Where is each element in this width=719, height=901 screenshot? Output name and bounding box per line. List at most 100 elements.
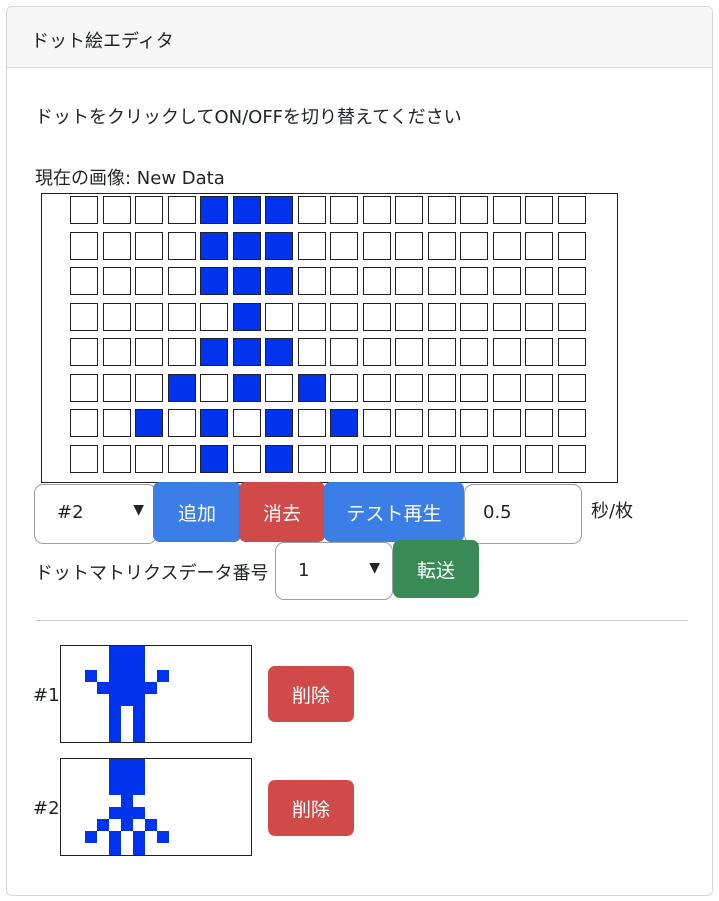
matrix-dot[interactable] bbox=[232, 267, 261, 295]
matrix-dot[interactable] bbox=[297, 444, 326, 473]
matrix-dot[interactable] bbox=[395, 267, 423, 295]
matrix-dot[interactable] bbox=[427, 267, 456, 295]
matrix-dot[interactable] bbox=[427, 196, 456, 224]
matrix-dot[interactable] bbox=[492, 196, 521, 224]
matrix-dot[interactable] bbox=[70, 409, 98, 437]
matrix-dot[interactable] bbox=[330, 231, 358, 260]
matrix-dot[interactable] bbox=[297, 373, 326, 402]
matrix-dot[interactable] bbox=[330, 444, 358, 473]
matrix-dot[interactable] bbox=[557, 302, 586, 331]
clear-button[interactable]: 消去 bbox=[239, 482, 325, 542]
matrix-dot[interactable] bbox=[395, 302, 423, 331]
matrix-dot[interactable] bbox=[232, 409, 261, 437]
matrix-dot[interactable] bbox=[362, 267, 391, 295]
matrix-dot[interactable] bbox=[557, 409, 586, 437]
matrix-dot[interactable] bbox=[265, 196, 293, 224]
matrix-dot[interactable] bbox=[232, 444, 261, 473]
matrix-dot[interactable] bbox=[200, 409, 228, 437]
matrix-dot[interactable] bbox=[297, 196, 326, 224]
transfer-button[interactable]: 転送 bbox=[393, 540, 479, 598]
matrix-dot[interactable] bbox=[395, 196, 423, 224]
matrix-dot[interactable] bbox=[395, 231, 423, 260]
matrix-dot[interactable] bbox=[362, 196, 391, 224]
matrix-dot[interactable] bbox=[102, 302, 131, 331]
matrix-dot[interactable] bbox=[492, 338, 521, 366]
matrix-dot[interactable] bbox=[395, 444, 423, 473]
matrix-dot[interactable] bbox=[167, 373, 196, 402]
matrix-dot[interactable] bbox=[427, 231, 456, 260]
matrix-dot[interactable] bbox=[362, 409, 391, 437]
matrix-dot[interactable] bbox=[70, 302, 98, 331]
matrix-dot[interactable] bbox=[525, 409, 553, 437]
matrix-dot[interactable] bbox=[330, 196, 358, 224]
matrix-dot[interactable] bbox=[492, 231, 521, 260]
matrix-dot[interactable] bbox=[297, 267, 326, 295]
matrix-dot[interactable] bbox=[362, 444, 391, 473]
matrix-dot[interactable] bbox=[200, 338, 228, 366]
matrix-dot[interactable] bbox=[135, 409, 163, 437]
matrix-dot[interactable] bbox=[525, 444, 553, 473]
matrix-dot[interactable] bbox=[70, 444, 98, 473]
matrix-dot[interactable] bbox=[427, 338, 456, 366]
matrix-dot[interactable] bbox=[135, 373, 163, 402]
data-number-select[interactable]: 1 ▼ bbox=[275, 542, 393, 600]
matrix-dot[interactable] bbox=[460, 338, 488, 366]
matrix-dot[interactable] bbox=[200, 444, 228, 473]
matrix-dot[interactable] bbox=[557, 338, 586, 366]
frame-preview-2[interactable] bbox=[60, 758, 252, 856]
matrix-dot[interactable] bbox=[232, 373, 261, 402]
matrix-dot[interactable] bbox=[427, 302, 456, 331]
interval-input[interactable]: 0.5 bbox=[464, 484, 582, 544]
matrix-dot[interactable] bbox=[330, 338, 358, 366]
matrix-dot[interactable] bbox=[200, 196, 228, 224]
matrix-dot[interactable] bbox=[102, 444, 131, 473]
matrix-dot[interactable] bbox=[102, 231, 131, 260]
matrix-dot[interactable] bbox=[427, 444, 456, 473]
matrix-dot[interactable] bbox=[232, 196, 261, 224]
matrix-dot[interactable] bbox=[265, 267, 293, 295]
matrix-dot[interactable] bbox=[492, 373, 521, 402]
matrix-dot[interactable] bbox=[460, 444, 488, 473]
matrix-dot[interactable] bbox=[557, 373, 586, 402]
delete-frame-2-button[interactable]: 削除 bbox=[268, 780, 354, 836]
matrix-dot[interactable] bbox=[265, 444, 293, 473]
matrix-dot[interactable] bbox=[135, 444, 163, 473]
matrix-dot[interactable] bbox=[232, 338, 261, 366]
matrix-dot[interactable] bbox=[232, 231, 261, 260]
matrix-dot[interactable] bbox=[525, 196, 553, 224]
matrix-dot[interactable] bbox=[330, 267, 358, 295]
matrix-dot[interactable] bbox=[557, 231, 586, 260]
matrix-dot[interactable] bbox=[167, 267, 196, 295]
matrix-dot[interactable] bbox=[70, 231, 98, 260]
delete-frame-1-button[interactable]: 削除 bbox=[268, 666, 354, 722]
matrix-dot[interactable] bbox=[167, 338, 196, 366]
matrix-dot[interactable] bbox=[525, 231, 553, 260]
matrix-dot[interactable] bbox=[70, 196, 98, 224]
matrix-dot[interactable] bbox=[297, 338, 326, 366]
matrix-dot[interactable] bbox=[460, 267, 488, 295]
matrix-dot[interactable] bbox=[200, 267, 228, 295]
matrix-dot[interactable] bbox=[200, 302, 228, 331]
matrix-dot[interactable] bbox=[362, 302, 391, 331]
matrix-dot[interactable] bbox=[460, 231, 488, 260]
matrix-dot[interactable] bbox=[362, 338, 391, 366]
matrix-dot[interactable] bbox=[525, 302, 553, 331]
matrix-dot[interactable] bbox=[70, 267, 98, 295]
matrix-dot[interactable] bbox=[395, 409, 423, 437]
matrix-dot[interactable] bbox=[265, 338, 293, 366]
matrix-dot[interactable] bbox=[167, 231, 196, 260]
matrix-dot[interactable] bbox=[265, 231, 293, 260]
matrix-dot[interactable] bbox=[135, 231, 163, 260]
matrix-dot[interactable] bbox=[492, 267, 521, 295]
matrix-dot[interactable] bbox=[330, 302, 358, 331]
matrix-dot[interactable] bbox=[330, 409, 358, 437]
matrix-dot[interactable] bbox=[102, 267, 131, 295]
matrix-dot[interactable] bbox=[167, 444, 196, 473]
matrix-dot[interactable] bbox=[232, 302, 261, 331]
matrix-dot[interactable] bbox=[557, 196, 586, 224]
matrix-dot[interactable] bbox=[492, 409, 521, 437]
matrix-dot[interactable] bbox=[427, 373, 456, 402]
matrix-dot[interactable] bbox=[297, 302, 326, 331]
matrix-dot[interactable] bbox=[135, 196, 163, 224]
matrix-dot[interactable] bbox=[167, 302, 196, 331]
